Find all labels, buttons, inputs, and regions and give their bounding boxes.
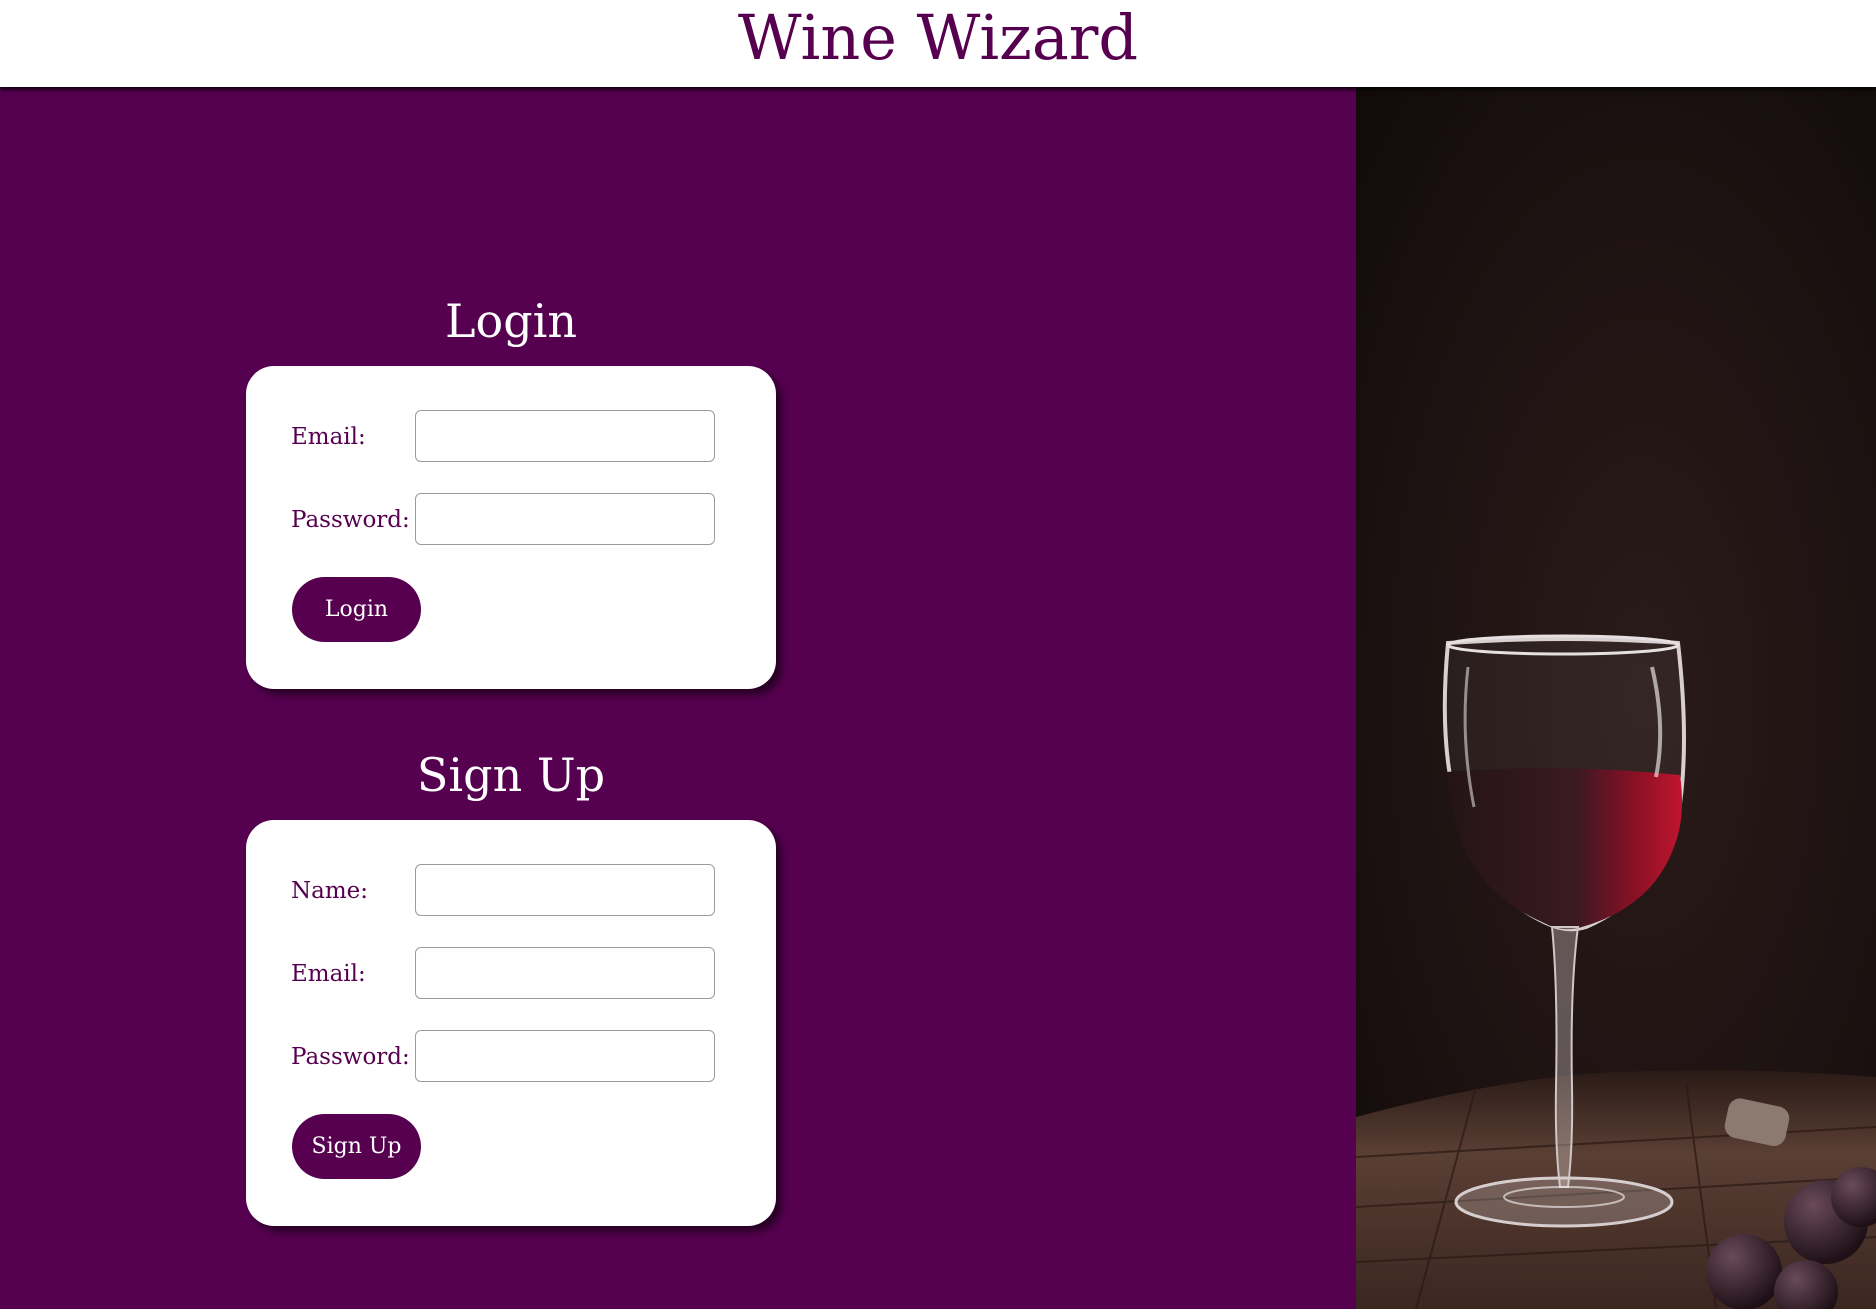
- signup-email-label: Email:: [291, 961, 366, 987]
- main-content: Login Email: Password: Login Sign Up Nam…: [0, 87, 1876, 1309]
- signup-button[interactable]: Sign Up: [292, 1114, 421, 1179]
- wine-liquid: [1446, 768, 1682, 930]
- login-password-row: Password:: [291, 493, 721, 547]
- signup-email-input[interactable]: [415, 947, 715, 999]
- signup-name-label: Name:: [291, 878, 369, 904]
- login-password-input[interactable]: [415, 493, 715, 545]
- wine-glass-photo: [1356, 87, 1876, 1309]
- login-password-label: Password:: [291, 507, 410, 533]
- wine-glass-base: [1454, 1176, 1674, 1228]
- site-title: Wine Wizard: [737, 1, 1139, 74]
- site-header: Wine Wizard: [0, 0, 1876, 87]
- signup-email-row: Email:: [291, 947, 721, 1001]
- signup-password-input[interactable]: [415, 1030, 715, 1082]
- login-email-row: Email:: [291, 410, 721, 464]
- wine-glass-illustration: [1356, 634, 1876, 1309]
- forms-panel: Login Email: Password: Login Sign Up Nam…: [0, 87, 1356, 1309]
- login-button[interactable]: Login: [292, 577, 421, 642]
- signup-password-label: Password:: [291, 1044, 410, 1070]
- login-email-input[interactable]: [415, 410, 715, 462]
- signup-title: Sign Up: [416, 748, 606, 802]
- login-email-label: Email:: [291, 424, 366, 450]
- signup-name-input[interactable]: [415, 864, 715, 916]
- login-card: Email: Password: Login: [246, 366, 776, 689]
- signup-name-row: Name:: [291, 864, 721, 918]
- signup-card: Name: Email: Password: Sign Up: [246, 820, 776, 1226]
- signup-password-row: Password:: [291, 1030, 721, 1084]
- login-title: Login: [444, 294, 578, 348]
